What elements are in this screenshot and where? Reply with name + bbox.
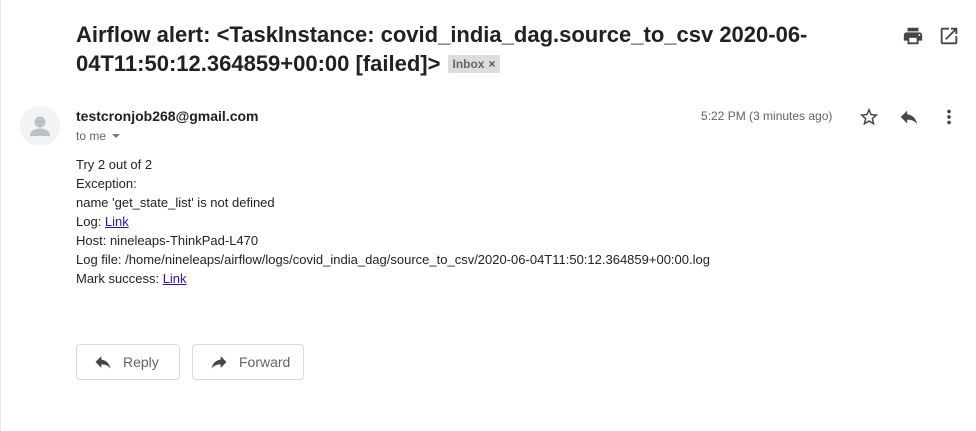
log-label: Log: xyxy=(76,214,105,229)
star-icon[interactable] xyxy=(858,106,880,128)
remove-label-icon[interactable]: × xyxy=(488,56,495,72)
recipient-line: to me xyxy=(76,129,121,143)
reply-button-label: Reply xyxy=(123,354,159,370)
reply-button[interactable]: Reply xyxy=(76,344,180,380)
inbox-label-text: Inbox xyxy=(452,57,485,71)
try-line: Try 2 out of 2 xyxy=(76,157,153,172)
forward-icon xyxy=(211,356,227,369)
subject-text: Airflow alert: <TaskInstance: covid_indi… xyxy=(76,22,808,76)
error-line: name 'get_state_list' is not defined xyxy=(76,195,275,210)
open-in-new-window-icon[interactable] xyxy=(938,25,960,47)
email-body: Try 2 out of 2 Exception: name 'get_stat… xyxy=(76,155,710,288)
person-icon xyxy=(30,116,50,136)
exception-line: Exception: xyxy=(76,176,137,191)
reply-icon[interactable] xyxy=(898,106,920,128)
log-line: Log: Link xyxy=(76,212,710,231)
print-icon[interactable] xyxy=(902,25,924,47)
recipient-text: to me xyxy=(76,129,107,143)
log-link[interactable]: Link xyxy=(105,214,129,229)
inbox-label-chip[interactable]: Inbox × xyxy=(448,55,500,73)
more-options-icon[interactable] xyxy=(938,106,960,128)
sender-name[interactable]: testcronjob268@gmail.com xyxy=(76,108,258,124)
divider xyxy=(0,0,1,431)
email-view: Airflow alert: <TaskInstance: covid_indi… xyxy=(0,0,976,431)
forward-button[interactable]: Forward xyxy=(192,344,304,380)
mark-success-line: Mark success: Link xyxy=(76,269,710,288)
log-file-line: Log file: /home/nineleaps/airflow/logs/c… xyxy=(76,252,710,267)
show-details-chevron-icon[interactable] xyxy=(112,134,121,138)
reply-icon xyxy=(95,356,111,369)
mark-success-label: Mark success: xyxy=(76,271,163,286)
host-line: Host: nineleaps-ThinkPad-L470 xyxy=(76,233,259,248)
email-subject: Airflow alert: <TaskInstance: covid_indi… xyxy=(76,20,896,78)
email-timestamp: 5:22 PM (3 minutes ago) xyxy=(701,109,833,123)
avatar[interactable] xyxy=(20,106,60,146)
mark-success-link[interactable]: Link xyxy=(163,271,187,286)
forward-button-label: Forward xyxy=(239,354,291,370)
